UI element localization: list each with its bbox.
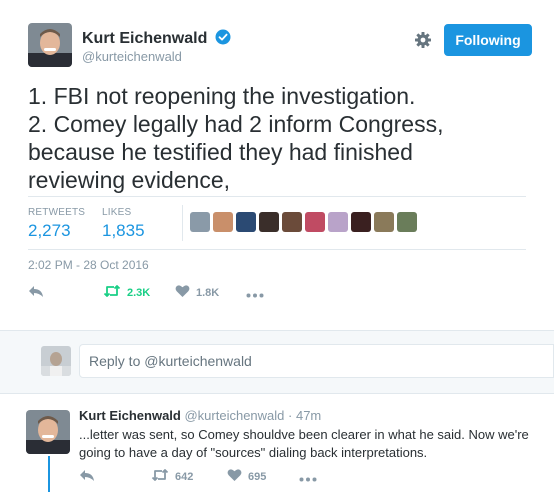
tweet-text: 1. FBI not reopening the investigation. … [28, 82, 528, 194]
reply-button[interactable] [79, 468, 95, 485]
liker-avatar[interactable] [213, 212, 233, 232]
liker-avatar[interactable] [397, 212, 417, 232]
reply-input[interactable]: Reply to @kurteichenwald [79, 344, 554, 378]
like-button[interactable]: 1.8K [175, 284, 219, 301]
tweet-text-line: 1. FBI not reopening the investigation. [28, 83, 416, 109]
like-button[interactable]: 695 [227, 468, 266, 485]
reply-author-handle[interactable]: @kurteichenwald [184, 408, 284, 423]
reply-author-avatar[interactable] [26, 410, 70, 454]
reply-author-name[interactable]: Kurt Eichenwald [79, 408, 181, 423]
liker-avatar[interactable] [259, 212, 279, 232]
more-icon [246, 289, 264, 301]
retweet-icon [103, 284, 121, 301]
reply-icon [28, 284, 44, 301]
tweet-text-line: 2. Comey legally had 2 inform Congress, [28, 111, 444, 137]
likes-label: LIKES [102, 207, 132, 218]
retweet-count: 2.3K [127, 286, 151, 299]
retweets-value[interactable]: 2,273 [28, 221, 85, 241]
retweet-icon [151, 468, 169, 485]
reply-tweet-text: ...letter was sent, so Comey shouldve be… [79, 427, 529, 460]
heart-icon [175, 284, 190, 301]
retweet-button[interactable]: 642 [151, 468, 193, 485]
liker-avatar[interactable] [236, 212, 256, 232]
reply-icon [79, 468, 95, 485]
author-name-text[interactable]: Kurt Eichenwald [82, 30, 207, 47]
thread-line [48, 456, 50, 492]
reply-tweet[interactable]: Kurt Eichenwald @kurteichenwald · 47m ..… [0, 394, 554, 492]
more-button[interactable] [246, 289, 264, 301]
gear-icon[interactable] [413, 30, 433, 50]
following-button[interactable]: Following [444, 24, 532, 56]
verified-badge-icon [215, 29, 231, 50]
liker-avatar[interactable] [305, 212, 325, 232]
liker-avatar[interactable] [351, 212, 371, 232]
retweet-button[interactable]: 2.3K [103, 284, 150, 301]
liker-avatar[interactable] [374, 212, 394, 232]
liker-avatar[interactable] [282, 212, 302, 232]
like-count: 1.8K [196, 286, 220, 299]
tweet-text-line: because he testified they had finished [28, 139, 413, 165]
like-count: 695 [248, 470, 267, 483]
main-tweet: Kurt Eichenwald @kurteichenwald Followin… [0, 0, 554, 330]
more-button[interactable] [299, 473, 317, 485]
likes-value[interactable]: 1,835 [102, 221, 145, 241]
reply-tweet-header: Kurt Eichenwald @kurteichenwald · 47m [79, 408, 321, 423]
liker-avatar[interactable] [190, 212, 210, 232]
reply-area: Reply to @kurteichenwald [0, 330, 554, 394]
user-avatar [41, 346, 71, 376]
tweet-timestamp[interactable]: 2:02 PM - 28 Oct 2016 [28, 258, 149, 272]
liker-avatar[interactable] [328, 212, 348, 232]
heart-icon [227, 468, 242, 485]
author-handle[interactable]: @kurteichenwald [82, 49, 182, 64]
tweet-text-line: reviewing evidence, [28, 167, 231, 193]
liker-faces [190, 212, 420, 232]
retweets-stat[interactable]: RETWEETS 2,273 [28, 207, 85, 241]
reply-time[interactable]: · 47m [288, 408, 321, 423]
author-avatar[interactable] [28, 23, 72, 67]
author-name[interactable]: Kurt Eichenwald [82, 29, 231, 50]
retweet-count: 642 [175, 470, 194, 483]
more-icon [299, 473, 317, 485]
stats-divider [182, 205, 183, 241]
tweet-stats: RETWEETS 2,273 LIKES 1,835 [28, 196, 526, 250]
reply-button[interactable] [28, 284, 44, 301]
likes-stat[interactable]: LIKES 1,835 [102, 207, 145, 241]
retweets-label: RETWEETS [28, 207, 86, 218]
